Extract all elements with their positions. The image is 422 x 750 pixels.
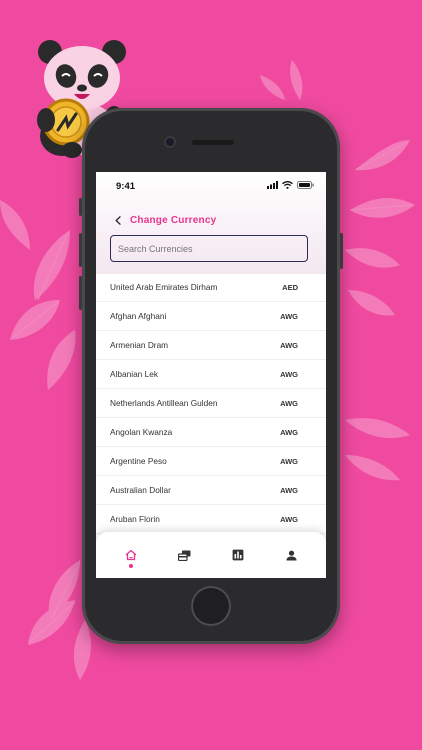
tab-cards[interactable] <box>172 543 196 567</box>
home-icon <box>125 549 137 561</box>
currency-row[interactable]: Netherlands Antillean Gulden AWG <box>96 389 326 418</box>
currency-code: AED <box>282 282 298 292</box>
currency-code: AWG <box>280 485 298 495</box>
back-icon[interactable] <box>112 213 124 227</box>
currency-row[interactable]: United Arab Emirates Dirham AED <box>96 273 326 302</box>
currency-name: Afghan Afghani <box>110 311 167 321</box>
profile-icon <box>286 550 297 560</box>
phone-volume-up <box>79 233 82 267</box>
currency-name: Australian Dollar <box>110 485 171 495</box>
currency-code: AWG <box>280 427 298 437</box>
phone-volume-down <box>79 276 82 310</box>
currency-name: Albanian Lek <box>110 369 158 379</box>
search-input[interactable] <box>110 235 308 262</box>
wifi-icon <box>282 181 293 189</box>
currency-list: United Arab Emirates Dirham AED Afghan Af… <box>96 273 326 534</box>
tab-profile[interactable] <box>279 543 303 567</box>
earpiece-speaker <box>192 140 234 145</box>
currency-code: AWG <box>280 311 298 321</box>
tab-report[interactable] <box>226 543 250 567</box>
report-icon <box>232 549 244 561</box>
page-title: Change Currency <box>130 214 217 226</box>
currency-code: AWG <box>280 369 298 379</box>
page-header: Change Currency <box>112 212 216 228</box>
currency-code: AWG <box>280 514 298 524</box>
status-time: 9:41 <box>116 181 136 192</box>
tab-home[interactable] <box>119 543 143 568</box>
currency-row[interactable]: Angolan Kwanza AWG <box>96 418 326 447</box>
cards-icon <box>177 550 191 561</box>
front-camera <box>166 138 174 146</box>
currency-row[interactable]: Afghan Afghani AWG <box>96 302 326 331</box>
currency-name: Netherlands Antillean Gulden <box>110 398 218 408</box>
battery-icon <box>297 181 314 189</box>
currency-code: AWG <box>280 456 298 466</box>
currency-name: Aruban Florin <box>110 514 160 524</box>
currency-name: United Arab Emirates Dirham <box>110 282 218 292</box>
currency-name: Argentine Peso <box>110 456 167 466</box>
app-screen: 9:41 Change Currency United Arab <box>96 172 326 578</box>
status-icons <box>267 181 314 189</box>
currency-name: Angolan Kwanza <box>110 427 173 437</box>
signal-icon <box>267 181 278 189</box>
currency-name: Armenian Dram <box>110 340 169 350</box>
currency-row[interactable]: Argentine Peso AWG <box>96 447 326 476</box>
bottom-tab-bar <box>96 532 326 578</box>
currency-code: AWG <box>280 398 298 408</box>
status-bar: 9:41 <box>96 172 326 200</box>
active-tab-indicator <box>128 564 133 568</box>
phone-side-button <box>79 198 82 216</box>
currency-row[interactable]: Armenian Dram AWG <box>96 331 326 360</box>
phone-power-button <box>340 233 343 269</box>
currency-row[interactable]: Aruban Florin AWG <box>96 505 326 534</box>
currency-row[interactable]: Albanian Lek AWG <box>96 360 326 389</box>
currency-code: AWG <box>280 340 298 350</box>
currency-row[interactable]: Australian Dollar AWG <box>96 476 326 505</box>
home-button[interactable] <box>191 586 231 626</box>
